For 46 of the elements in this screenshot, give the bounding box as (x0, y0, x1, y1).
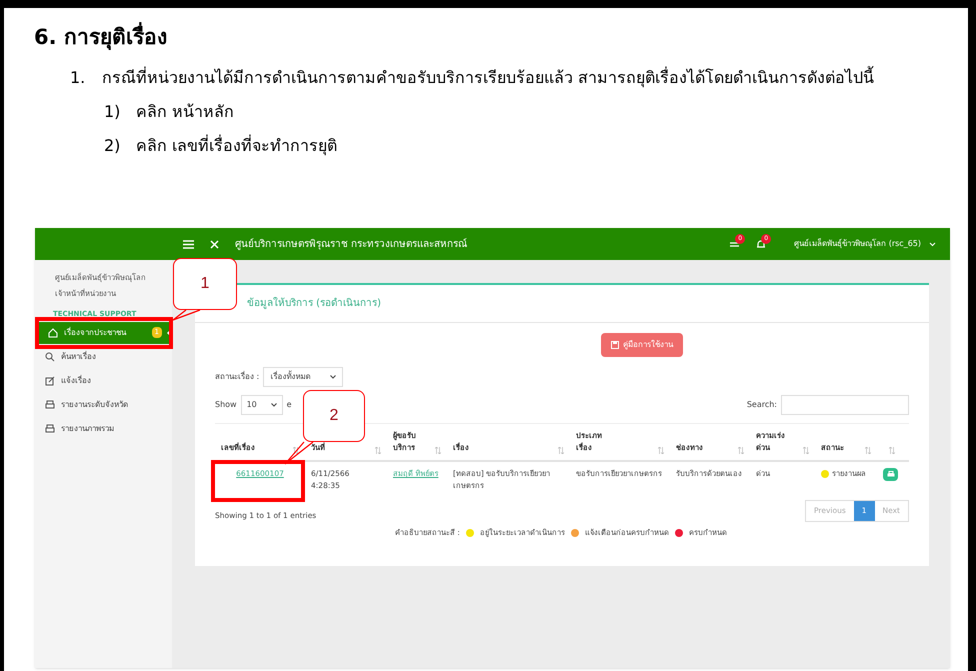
search-field[interactable] (781, 395, 909, 415)
sidebar-item[interactable]: รายงานระดับจังหวัด (35, 394, 172, 416)
search-icon (45, 352, 55, 362)
field-label: สถานะเรื่อง : (215, 371, 260, 383)
print-button[interactable] (883, 468, 898, 481)
entries-dropdown[interactable]: 10 (240, 395, 283, 415)
menu-icon[interactable] (183, 240, 194, 248)
app-title: ศูนย์บริการเกษตรพิรุณราช กระทรวงเกษตรและสหกรณ์ (235, 237, 468, 252)
sort-icon[interactable] (865, 447, 871, 454)
pointer-line (172, 309, 202, 321)
callout-bubble: 1 (173, 258, 237, 310)
printer-icon (45, 424, 55, 434)
field-label: e (286, 399, 292, 411)
sidebar-item[interactable]: แจ้งเรื่อง (35, 370, 172, 392)
sidebar-item[interactable]: ค้นหาเรื่อง (35, 346, 172, 368)
user-name[interactable]: ศูนย์เมล็ดพันธุ์ข้าวพิษณุโลก (rsc_65) (794, 238, 921, 250)
section-heading: 6. การยุติเรื่อง (34, 22, 968, 54)
card-title: ข้อมูลให้บริการ (รอดำเนินการ) (247, 296, 381, 311)
save-icon (611, 341, 619, 349)
chevron-down-icon (270, 403, 277, 407)
step-number: 1. (70, 66, 86, 88)
sidebar-item[interactable]: รายงานภาพรวม (35, 418, 172, 440)
step-number: 2) (104, 134, 122, 156)
sort-icon[interactable] (435, 447, 441, 454)
field-label: Search: (746, 399, 777, 411)
sort-icon[interactable] (375, 447, 381, 454)
status-dropdown[interactable]: เรื่องทั้งหมด (263, 367, 344, 387)
callout-bubble: 2 (303, 390, 365, 442)
sort-icon[interactable] (738, 447, 744, 454)
field-label: Show (215, 399, 237, 411)
sort-icon[interactable] (889, 447, 895, 454)
bell-icon[interactable] (756, 240, 766, 248)
edit-icon (45, 376, 55, 386)
printer-icon (45, 400, 55, 410)
home-icon (48, 328, 58, 338)
sort-icon[interactable] (803, 447, 809, 454)
chevron-down-icon (330, 375, 336, 379)
chevron-down-icon[interactable] (929, 242, 936, 246)
step-text: คลิก หน้าหลัก (136, 100, 234, 122)
step-text: คลิก เลขที่เรื่องที่จะทำการยุติ (136, 134, 338, 158)
step-number: 1) (104, 100, 122, 122)
sort-icon[interactable] (293, 447, 299, 454)
sort-icon[interactable] (558, 447, 564, 454)
printer-icon (886, 471, 894, 478)
sort-icon[interactable] (658, 447, 664, 454)
step-text: กรณีที่หน่วยงานได้มีการดำเนินการตามคำขอรับบริการเรียบร้อยแล้ว สามารถยุติเรื่องได้โดยดำเนินการดังต่อไปนี้ (102, 65, 876, 90)
